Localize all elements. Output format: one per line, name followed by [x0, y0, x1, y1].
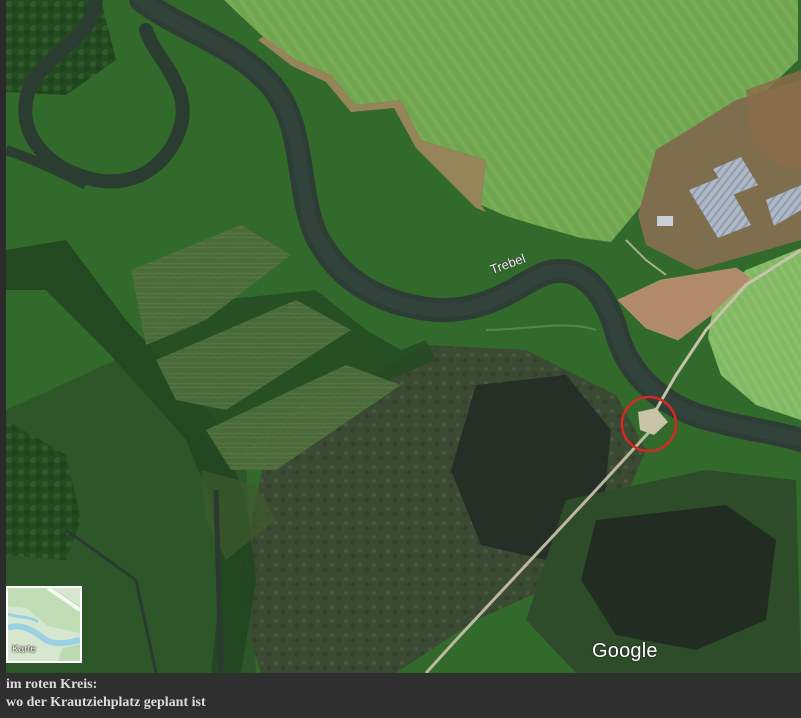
shed-roof: [657, 216, 673, 226]
google-logo: Google: [592, 640, 658, 662]
map-imagery[interactable]: [6, 0, 801, 673]
map-type-toggle[interactable]: Karte: [6, 586, 82, 663]
caption-line-1: im roten Kreis:: [6, 677, 98, 692]
satellite-map[interactable]: Trebel Google Karte: [6, 0, 801, 673]
screenshot-frame: Trebel Google Karte im roten Kreis: wo d…: [0, 0, 801, 718]
caption-line-2: wo der Krautziehplatz geplant ist: [6, 695, 206, 710]
map-type-label: Karte: [12, 644, 36, 655]
image-caption: im roten Kreis: wo der Krautziehplatz ge…: [6, 676, 796, 712]
